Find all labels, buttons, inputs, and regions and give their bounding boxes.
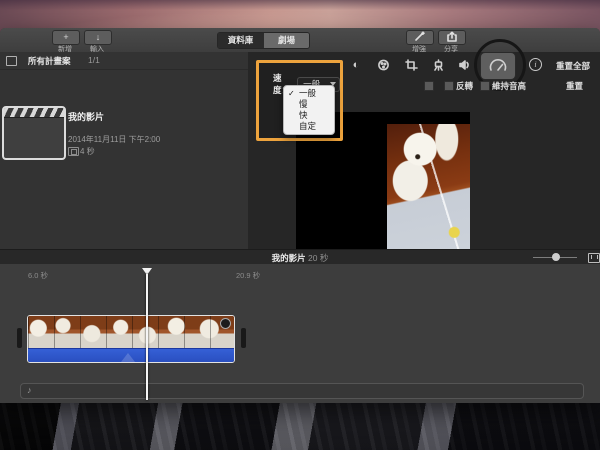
share-icon	[446, 31, 458, 44]
sidebar-toggle-icon[interactable]	[6, 56, 17, 66]
video-frame-dog	[387, 124, 470, 250]
tab-library[interactable]: 資料庫	[218, 33, 263, 48]
sidebar-header: 所有計畫案 1/1	[0, 52, 248, 70]
plus-icon: +	[63, 32, 69, 42]
project-thumbnail[interactable]	[2, 106, 66, 160]
clip-filmstrip	[28, 316, 234, 348]
playhead-line[interactable]	[146, 274, 148, 400]
import-button[interactable]: ↓	[84, 30, 112, 45]
timeline-clip-duration: 20 秒	[308, 253, 329, 263]
check-icon: ✓	[288, 89, 295, 98]
film-frame-icon	[68, 147, 79, 156]
ruler-tick-left: 6.0 秒	[28, 271, 49, 280]
download-arrow-icon: ↓	[95, 32, 101, 42]
reset-all-button[interactable]: 重置全部	[556, 60, 590, 72]
ruler-tick-right: 20.9 秒	[236, 271, 261, 280]
timeline-clip-info: 我的影片 20 秒	[0, 252, 600, 264]
clip-appearance-icon[interactable]	[588, 253, 600, 263]
project-title[interactable]: 我的影片	[68, 110, 104, 123]
music-note-icon: ♪	[27, 385, 32, 395]
menu-item-fast[interactable]: 快	[284, 110, 334, 121]
view-switcher: 資料庫 劇場	[217, 32, 310, 49]
crop-icon[interactable]	[403, 58, 419, 72]
projects-sidebar: 所有計畫案 1/1 我的影片 2014年11月11日 下午2:00 4 秒	[0, 52, 249, 250]
all-projects-title: 所有計畫案	[28, 56, 71, 66]
tab-theater[interactable]: 劇場	[263, 33, 309, 48]
menu-item-slow[interactable]: 慢	[284, 99, 334, 110]
preserve-pitch-checkbox[interactable]	[480, 81, 490, 91]
menu-item-normal[interactable]: ✓ 一般	[284, 88, 334, 99]
zoom-slider-thumb[interactable]	[552, 253, 560, 261]
info-button[interactable]: i	[529, 58, 542, 71]
projects-count: 1/1	[88, 55, 100, 65]
background-music-well[interactable]: ♪	[20, 383, 584, 399]
trim-handle-right[interactable]	[241, 328, 246, 348]
timeline: 6.0 秒 20.9 秒 ♪	[0, 264, 600, 403]
enhance-button[interactable]	[406, 30, 434, 45]
hidden-checkbox[interactable]	[424, 81, 434, 91]
preserve-pitch-label: 維持音高	[492, 81, 527, 91]
viewer-pane: ◐ i 重置全部 反轉 維持音高 重置 速度： 一般 ✓ 一般 慢 快 自定	[248, 39, 600, 250]
color-balance-icon[interactable]: ◐	[348, 58, 364, 72]
clip-audio-waveform	[28, 348, 234, 362]
color-correction-icon[interactable]	[375, 58, 391, 72]
share-button[interactable]	[438, 30, 466, 45]
timeline-clip-title: 我的影片	[271, 253, 306, 263]
trim-handle-left[interactable]	[17, 328, 22, 348]
project-duration: 4 秒	[80, 147, 95, 156]
timeline-header: 我的影片 20 秒	[0, 249, 600, 265]
imovie-window: + 新增 ↓ 輸入 資料庫 劇場 增強 分享 所有計畫案 1/1 我的影片 20…	[0, 28, 600, 403]
reverse-checkbox[interactable]	[444, 81, 454, 91]
volume-icon[interactable]	[456, 58, 472, 72]
clapperboard-stripes-icon	[4, 108, 64, 118]
magic-wand-icon	[414, 31, 426, 44]
project-date: 2014年11月11日 下午2:00	[68, 135, 161, 144]
reset-button[interactable]: 重置	[566, 80, 583, 92]
timeline-clip[interactable]	[27, 315, 235, 363]
speed-menu: ✓ 一般 慢 快 自定	[283, 85, 335, 135]
desktop-wallpaper-bottom	[0, 403, 600, 450]
info-icon: i	[534, 60, 537, 69]
reverse-label: 反轉	[456, 81, 474, 91]
new-project-button[interactable]: +	[52, 30, 80, 45]
menu-item-custom[interactable]: 自定	[284, 121, 334, 132]
stabilization-icon[interactable]	[430, 58, 446, 72]
clip-speed-badge-icon[interactable]	[220, 318, 231, 329]
